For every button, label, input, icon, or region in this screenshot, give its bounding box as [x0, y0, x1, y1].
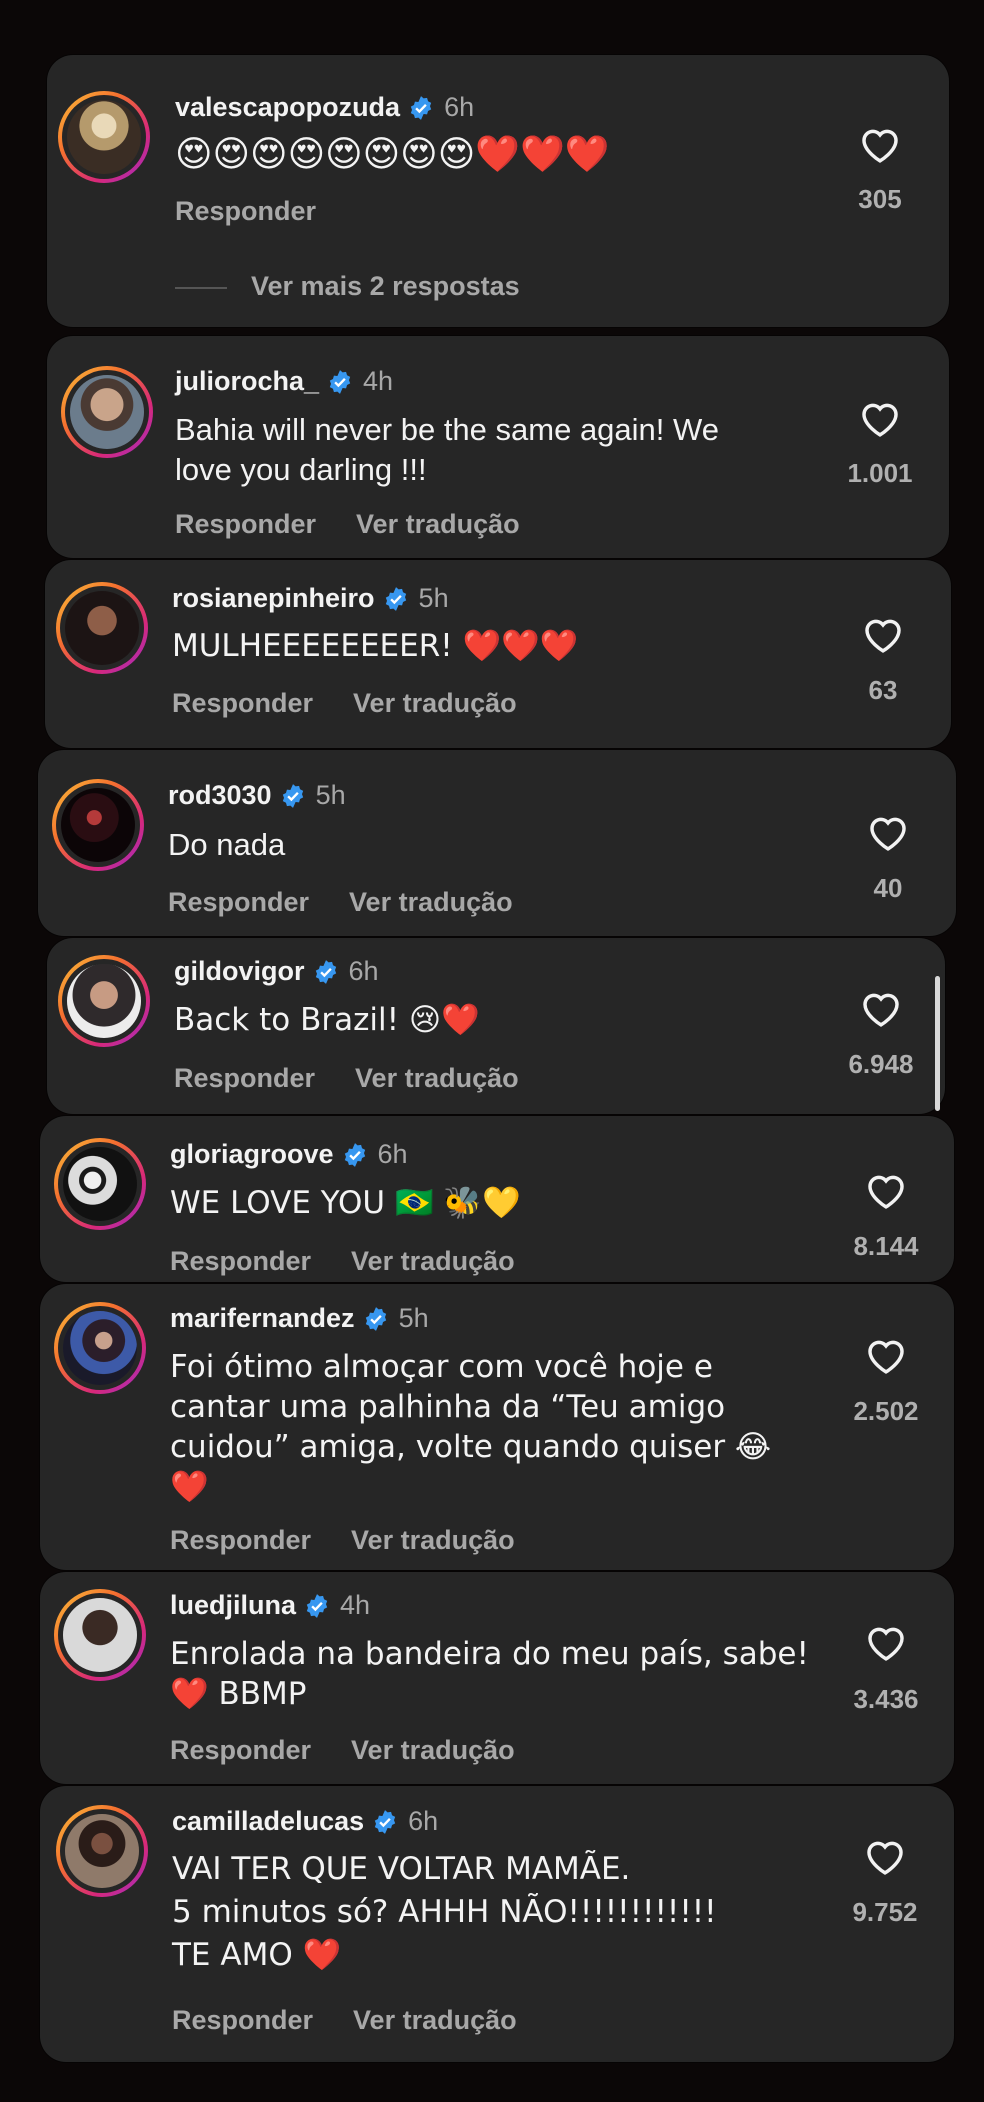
- comment-actions: Responder Ver tradução: [170, 1735, 555, 1766]
- scrollbar[interactable]: [935, 976, 940, 1111]
- username[interactable]: marifernandez 5h: [170, 1303, 429, 1334]
- avatar[interactable]: [58, 955, 150, 1047]
- verified-icon: [315, 959, 336, 984]
- comment-text: Foi ótimo almoçar com você hoje e cantar …: [170, 1349, 772, 1505]
- heart-icon[interactable]: [864, 1622, 908, 1662]
- like-count: 63: [868, 675, 898, 705]
- heart-icon[interactable]: [864, 1170, 908, 1210]
- avatar[interactable]: [56, 1805, 148, 1897]
- comment-text: Bahia will never be the same again! We lo…: [175, 412, 719, 487]
- like-count: 1.001: [847, 458, 913, 488]
- heart-icon[interactable]: [858, 398, 902, 438]
- like-count: 305: [858, 184, 902, 214]
- heart-icon[interactable]: [863, 1836, 907, 1876]
- translate-button[interactable]: Ver tradução: [351, 1735, 515, 1765]
- comment-text: 😍😍😍😍😍😍😍😍❤️❤️❤️: [175, 134, 610, 175]
- reply-button[interactable]: Responder: [170, 1525, 311, 1555]
- like-count: 3.436: [853, 1684, 919, 1714]
- translate-button[interactable]: Ver tradução: [353, 2005, 517, 2035]
- verified-icon: [306, 1593, 328, 1618]
- comment-text: MULHEEEEEEEER! ❤️❤️❤️: [172, 628, 579, 664]
- username[interactable]: luedjiluna 4h: [170, 1590, 370, 1621]
- username[interactable]: juliorocha_ 4h: [175, 366, 393, 397]
- comment-text: Back to Brazil! 😢❤️: [174, 1002, 480, 1038]
- username[interactable]: valescapopozuda 6h: [175, 92, 474, 123]
- avatar[interactable]: [58, 91, 150, 183]
- username[interactable]: camilladelucas 6h: [172, 1806, 438, 1837]
- comment-actions: Responder Ver tradução: [170, 1246, 555, 1277]
- reply-button[interactable]: Responder: [170, 1246, 311, 1276]
- verified-icon: [344, 1142, 365, 1167]
- translate-button[interactable]: Ver tradução: [351, 1246, 515, 1276]
- comment-text: Do nada: [168, 827, 286, 862]
- comment-text: Enrolada na bandeira do meu país, sabe! ❤…: [170, 1636, 809, 1712]
- comment-text: WE LOVE YOU 🇧🇷 🐝💛: [170, 1185, 521, 1221]
- username[interactable]: rod3030 5h: [168, 780, 346, 811]
- reply-button[interactable]: Responder: [172, 688, 313, 718]
- verified-icon: [385, 586, 406, 611]
- avatar[interactable]: [54, 1589, 146, 1681]
- like-count: 9.752: [852, 1897, 918, 1927]
- heart-icon[interactable]: [866, 812, 910, 852]
- username[interactable]: rosianepinheiro 5h: [172, 583, 449, 614]
- reply-button[interactable]: Responder: [175, 196, 316, 226]
- reply-button[interactable]: Responder: [170, 1735, 311, 1765]
- translate-button[interactable]: Ver tradução: [356, 509, 520, 539]
- translate-button[interactable]: Ver tradução: [355, 1063, 519, 1093]
- comment-actions: Responder Ver tradução: [174, 1063, 559, 1094]
- username[interactable]: gloriagroove 6h: [170, 1139, 408, 1170]
- avatar[interactable]: [54, 1302, 146, 1394]
- username[interactable]: gildovigor 6h: [174, 956, 379, 987]
- heart-icon[interactable]: [858, 124, 902, 164]
- verified-icon: [410, 95, 432, 120]
- like-count: 40: [873, 873, 903, 903]
- verified-icon: [365, 1306, 386, 1331]
- comment-actions: Responder Ver tradução: [172, 688, 557, 719]
- verified-icon: [282, 783, 303, 808]
- verified-icon: [329, 369, 351, 394]
- heart-icon[interactable]: [861, 614, 905, 654]
- comment-actions: Responder Ver tradução: [172, 2005, 557, 2036]
- avatar[interactable]: [54, 1138, 146, 1230]
- reply-button[interactable]: Responder: [172, 2005, 313, 2035]
- like-count: 2.502: [853, 1396, 919, 1426]
- comment-actions: Responder: [175, 196, 356, 227]
- view-more-replies[interactable]: Ver mais 2 respostas: [175, 271, 520, 302]
- heart-icon[interactable]: [859, 988, 903, 1028]
- translate-button[interactable]: Ver tradução: [353, 688, 517, 718]
- like-count: 6.948: [848, 1049, 914, 1079]
- avatar[interactable]: [61, 366, 153, 458]
- avatar[interactable]: [52, 779, 144, 871]
- comment-text: VAI TER QUE VOLTAR MAMÃE. 5 minutos só? A…: [172, 1851, 717, 1973]
- comment-actions: Responder Ver tradução: [175, 509, 560, 540]
- comment-actions: Responder Ver tradução: [170, 1525, 555, 1556]
- translate-button[interactable]: Ver tradução: [351, 1525, 515, 1555]
- heart-icon[interactable]: [864, 1335, 908, 1375]
- reply-button[interactable]: Responder: [175, 509, 316, 539]
- like-count: 8.144: [853, 1231, 919, 1261]
- verified-icon: [374, 1809, 396, 1834]
- avatar[interactable]: [56, 582, 148, 674]
- reply-button[interactable]: Responder: [168, 887, 309, 917]
- translate-button[interactable]: Ver tradução: [349, 887, 513, 917]
- comment-actions: Responder Ver tradução: [168, 887, 553, 918]
- reply-button[interactable]: Responder: [174, 1063, 315, 1093]
